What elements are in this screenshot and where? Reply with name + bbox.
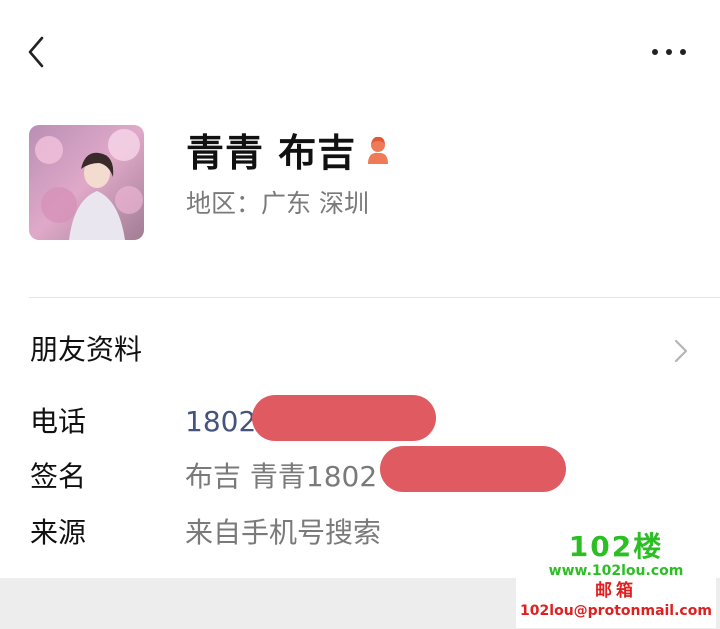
phone-value[interactable]: 1802 (185, 402, 256, 442)
avatar[interactable] (29, 125, 144, 240)
watermark-brand: 102楼 (568, 530, 664, 563)
redaction-mark (252, 395, 436, 441)
signature-label: 签名 (30, 460, 87, 493)
watermark-mail: 102lou@protonmail.com (520, 603, 712, 619)
phone-label: 电话 (30, 405, 87, 438)
watermark-mail-title: 邮箱 (595, 581, 637, 601)
source-value: 来自手机号搜索 (185, 516, 382, 549)
divider (29, 297, 720, 298)
source-label: 来源 (30, 516, 87, 549)
back-button[interactable] (22, 32, 52, 72)
chevron-right-icon (672, 336, 690, 366)
more-dots-icon (652, 49, 686, 55)
redaction-mark (380, 446, 566, 492)
watermark: 102楼 www.102lou.com 邮箱 102lou@protonmail… (516, 528, 716, 628)
watermark-url: www.102lou.com (548, 563, 684, 579)
friend-info-title: 朋友资料 (30, 333, 143, 366)
chevron-left-icon (28, 36, 44, 68)
female-user-icon (364, 136, 392, 166)
more-button[interactable] (648, 40, 692, 64)
friend-info-row[interactable]: 朋友资料 (0, 320, 720, 382)
profile-name: 青青 布吉 (186, 131, 357, 175)
profile-region: 地区：广东 深圳 (186, 189, 369, 218)
signature-value: 布吉 青青1802 (185, 460, 378, 493)
